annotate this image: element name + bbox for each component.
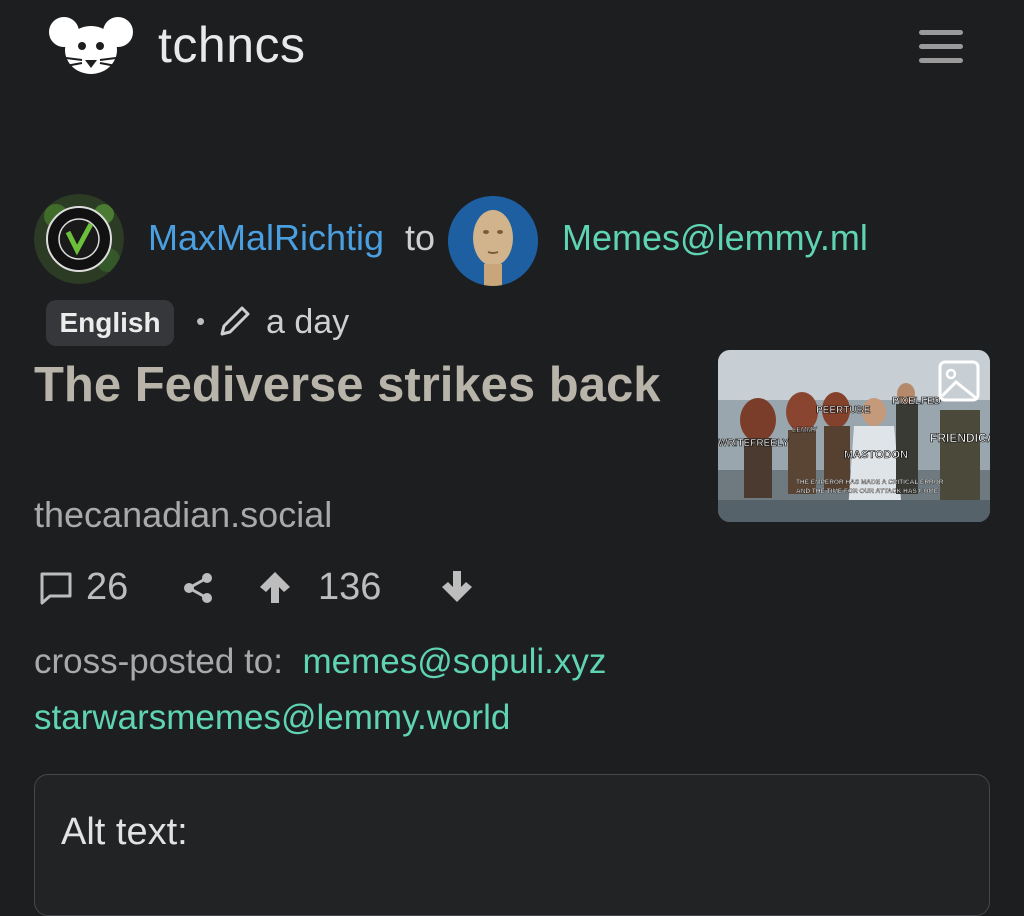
author-link[interactable]: MaxMalRichtig [148,216,384,260]
share-icon[interactable] [180,570,216,606]
hamburger-menu-icon[interactable] [914,24,968,68]
comment-count[interactable]: 26 [86,561,128,613]
separator-dot: • [196,306,206,336]
crosspost-label: cross-posted to: [34,642,283,681]
arrow-down-icon[interactable] [438,568,476,606]
comment-icon[interactable] [38,570,74,606]
crosspost-section: cross-posted to: memes@sopuli.xyz starwa… [34,634,994,746]
mouse-head-logo-icon[interactable] [46,14,136,80]
brand-name[interactable]: tchncs [158,14,306,76]
navbar: tchncs [0,0,1024,92]
alt-text-label: Alt text: [61,811,188,853]
meme-label: FRIENDICA [930,431,990,445]
user-avatar[interactable] [34,194,124,284]
post-thumbnail[interactable]: PEERTUBE PIXELFED LEMMY WRITEFREELY FRIE… [718,350,990,522]
community-link[interactable]: Memes@lemmy.ml [562,216,868,260]
meme-label: PIXELFED [892,396,941,407]
post-actions: 26 136 [0,560,1024,616]
post-title[interactable]: The Fediverse strikes back [34,352,674,418]
to-label: to [405,217,436,258]
crosspost-link[interactable]: memes@sopuli.xyz [302,642,606,681]
vote-score: 136 [318,566,382,608]
crosspost-link[interactable]: starwarsmemes@lemmy.world [34,698,510,737]
alt-text-card: Alt text: [34,774,990,916]
meme-caption: AND THE TIME FOR OUR ATTACK HAS COME [796,488,939,495]
meme-label: WRITEFREELY [718,438,789,449]
post-meta: MaxMalRichtig to Memes@lemmy.ml [0,190,1024,290]
arrow-up-icon[interactable] [256,568,294,606]
meme-label: LEMMY [792,427,818,434]
language-badge: English [46,300,174,346]
pencil-icon [220,306,250,336]
meme-caption: THE EMPEROR HAS MADE A CRITICAL ERROR [796,479,944,486]
post-domain[interactable]: thecanadian.social [34,492,332,538]
community-avatar[interactable] [448,196,538,286]
post-time: a day [266,303,350,341]
meme-label: MASTODON [844,449,908,461]
meme-label: PEERTUBE [816,405,871,416]
